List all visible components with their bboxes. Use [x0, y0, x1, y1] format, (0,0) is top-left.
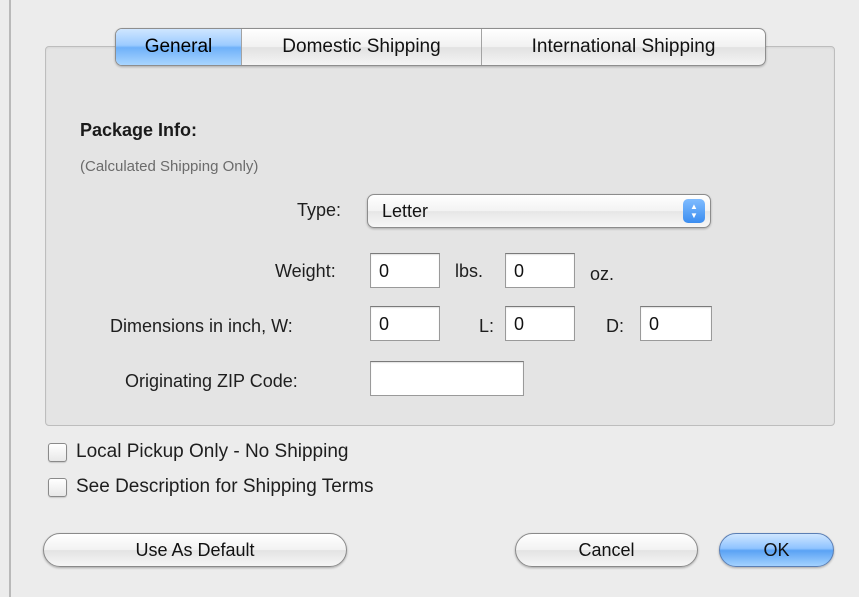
see-description-label: See Description for Shipping Terms [76, 476, 374, 497]
lbs-unit-label: lbs. [455, 261, 484, 281]
cancel-button[interactable]: Cancel [515, 533, 698, 567]
window-left-edge [9, 0, 11, 597]
see-description-checkbox[interactable] [48, 477, 67, 497]
use-as-default-button[interactable]: Use As Default [43, 533, 347, 567]
ok-button[interactable]: OK [719, 533, 834, 567]
weight-label: Weight: [275, 261, 336, 281]
zip-code-field[interactable] [370, 361, 524, 396]
tab-bar: General Domestic Shipping International … [115, 28, 766, 66]
updown-arrows-icon: ▲ ▼ [683, 199, 705, 223]
local-pickup-label: Local Pickup Only - No Shipping [76, 441, 349, 462]
dimensions-w-label: Dimensions in inch, W: [110, 316, 293, 336]
dimension-d-field[interactable]: 0 [640, 306, 712, 341]
dimension-w-field[interactable]: 0 [370, 306, 440, 341]
type-label: Type: [297, 200, 342, 220]
tab-domestic-shipping[interactable]: Domestic Shipping [242, 29, 482, 65]
dimension-l-field[interactable]: 0 [505, 306, 575, 341]
package-info-subtitle: (Calculated Shipping Only) [80, 158, 259, 175]
package-info-heading: Package Info: [80, 120, 198, 140]
type-select-value: Letter [382, 200, 429, 221]
tab-general[interactable]: General [116, 29, 242, 65]
local-pickup-option[interactable]: Local Pickup Only - No Shipping [48, 441, 348, 463]
weight-oz-field[interactable]: 0 [505, 253, 575, 288]
local-pickup-checkbox[interactable] [48, 442, 67, 462]
weight-lbs-field[interactable]: 0 [370, 253, 440, 288]
dimension-l-label: L: [479, 316, 495, 336]
tab-international-shipping[interactable]: International Shipping [482, 29, 765, 65]
type-select[interactable]: Letter ▲ ▼ [367, 194, 711, 228]
zip-label: Originating ZIP Code: [125, 371, 298, 391]
oz-unit-label: oz. [590, 264, 615, 284]
dimension-d-label: D: [606, 316, 624, 336]
see-description-option[interactable]: See Description for Shipping Terms [48, 476, 373, 498]
